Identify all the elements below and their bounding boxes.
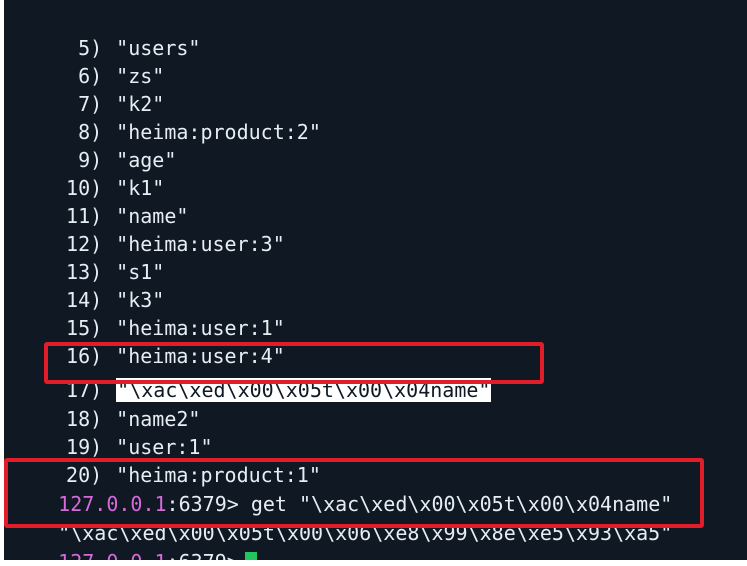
prompt-host: 127.0.0.1 (58, 550, 166, 560)
list-item: 5) "users" (10, 6, 200, 60)
list-item: 10) "k1" (10, 146, 164, 200)
list-item: 20) "heima:product:1" (10, 433, 321, 487)
list-item: 7) "k2" (10, 62, 164, 116)
list-item: 11) "name" (10, 174, 188, 228)
list-item: 12) "heima:user:3" (10, 202, 285, 256)
bottom-border (0, 560, 747, 566)
prompt-port: :6379> (167, 550, 239, 560)
list-item: 14) "k3" (10, 258, 164, 312)
terminal-window[interactable]: 5) "users" 6) "zs" 7) "k2" 8) "heima:product… (4, 0, 747, 560)
list-item: 15) "heima:user:1" (10, 286, 285, 340)
list-item: 9) "age" (10, 118, 176, 172)
list-item: 8) "heima:product:2" (10, 90, 321, 144)
list-item: 13) "s1" (10, 230, 164, 284)
list-item: 16) "heima:user:4" (10, 314, 285, 368)
cursor-block (244, 551, 257, 560)
highlight-box-command (4, 458, 704, 528)
highlight-box-key (44, 342, 544, 384)
list-item: 6) "zs" (10, 34, 164, 88)
list-item: 19) "user:1" (10, 405, 212, 459)
